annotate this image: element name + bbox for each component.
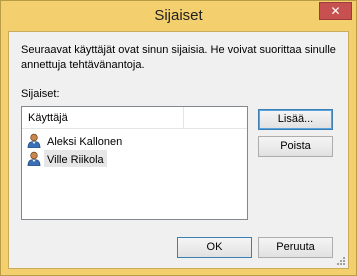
- ok-button[interactable]: OK: [177, 237, 252, 258]
- list-item-label: Ville Riikola: [47, 154, 104, 166]
- description-text: Seuraavat käyttäjät ovat sinun sijaisia.…: [21, 44, 336, 71]
- remove-button[interactable]: Poista: [258, 136, 333, 157]
- add-button[interactable]: Lisää...: [258, 109, 333, 130]
- window-title: Sijaiset: [154, 7, 203, 24]
- list-caption-text: Sijaiset:: [21, 88, 60, 100]
- list-item-label-wrap: Ville Riikola: [44, 150, 107, 167]
- list-item-selected[interactable]: Ville Riikola: [24, 150, 245, 167]
- close-icon: ✕: [330, 4, 341, 18]
- column-header-user[interactable]: Käyttäjä: [22, 107, 247, 129]
- cancel-button[interactable]: Peruuta: [258, 237, 333, 258]
- column-divider[interactable]: [183, 107, 184, 128]
- dialog-body: Seuraavat käyttäjät ovat sinun sijaisia.…: [8, 31, 349, 269]
- title-bar[interactable]: Sijaiset ✕: [1, 1, 356, 32]
- substitutes-list[interactable]: Käyttäjä Aleksi Kallonen Ville Riikola: [21, 106, 248, 220]
- column-header-label: Käyttäjä: [28, 112, 68, 124]
- list-item-label-wrap: Aleksi Kallonen: [44, 132, 125, 149]
- dialog-window: Sijaiset ✕ Seuraavat käyttäjät ovat sinu…: [0, 0, 357, 276]
- list-caption: Sijaiset:: [21, 88, 60, 100]
- user-icon: [27, 151, 41, 166]
- close-button[interactable]: ✕: [319, 2, 352, 20]
- user-icon: [27, 133, 41, 148]
- list-item[interactable]: Aleksi Kallonen: [24, 132, 245, 149]
- resize-grip-icon[interactable]: [336, 256, 346, 266]
- list-item-label: Aleksi Kallonen: [47, 136, 123, 148]
